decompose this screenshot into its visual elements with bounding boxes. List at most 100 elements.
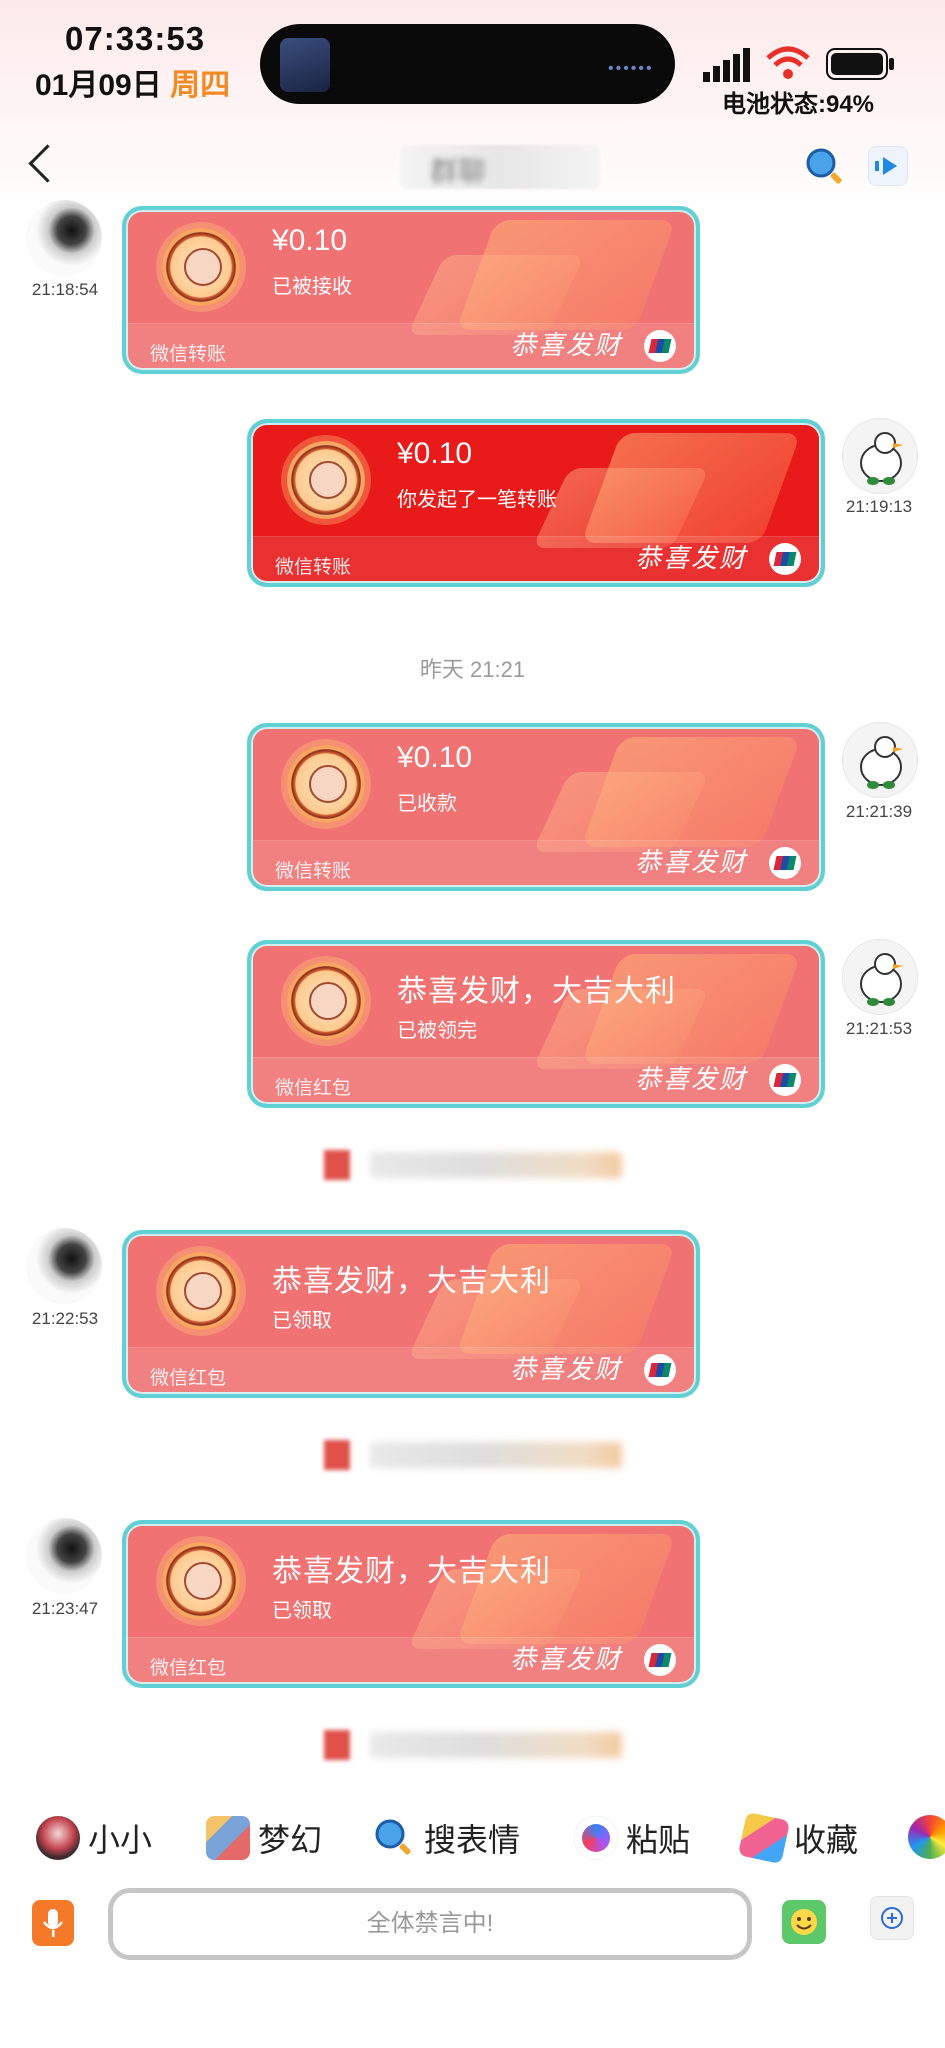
red-packet-card[interactable]: 恭喜发财，大吉大利 已领取 微信红包 恭喜发财 — [122, 1520, 700, 1688]
card-slogan: 恭喜发财 — [509, 1355, 622, 1385]
unionpay-icon — [644, 1644, 676, 1676]
red-packet-title: 恭喜发财，大吉大利 — [397, 975, 676, 1008]
emoji-button[interactable] — [782, 1900, 826, 1944]
avatar[interactable] — [842, 939, 918, 1015]
transfer-status: 已收款 — [397, 793, 457, 815]
transfer-card[interactable]: ¥0.10 你发起了一笔转账 微信转账 恭喜发财 — [247, 419, 825, 587]
transfer-amount: ¥0.10 — [397, 437, 473, 470]
waveform-icon: •••••• — [608, 60, 654, 77]
transfer-amount: ¥0.10 — [272, 224, 348, 257]
face-icon — [309, 982, 347, 1020]
toolbar-item-favorites[interactable]: 收藏 — [737, 1811, 858, 1865]
paste-icon — [574, 1816, 618, 1860]
play-icon — [875, 157, 897, 175]
card-kind: 微信红包 — [150, 1368, 227, 1389]
system-notice-icon — [324, 1150, 350, 1180]
card-kind: 微信转账 — [150, 344, 227, 365]
nav-title: 群聊 — [430, 156, 487, 187]
avatar[interactable] — [842, 418, 918, 494]
message-time: 21:18:54 — [31, 280, 99, 299]
system-notice-icon — [324, 1440, 350, 1470]
status-time: 07:33:53 — [65, 20, 206, 57]
red-packet-card[interactable]: 恭喜发财，大吉大利 已领取 微信红包 恭喜发财 — [122, 1230, 700, 1398]
signal-icon — [703, 48, 750, 82]
video-call-button[interactable] — [868, 146, 908, 186]
transfer-amount: ¥0.10 — [397, 741, 473, 774]
red-packet-status: 已领取 — [272, 1310, 332, 1332]
couple-icon — [162, 1542, 240, 1620]
message-input[interactable]: 全体禁言中! — [108, 1888, 752, 1960]
face-icon — [184, 248, 222, 286]
smiley-icon — [791, 1909, 817, 1935]
couple-icon — [287, 745, 365, 823]
now-playing-thumbnail — [280, 38, 330, 92]
toolbar-item-search-emoji[interactable]: 搜表情 — [372, 1813, 520, 1863]
search-icon[interactable] — [804, 146, 846, 188]
message-time: 21:21:53 — [845, 1019, 913, 1038]
system-notice — [370, 1152, 622, 1178]
card-slogan: 恭喜发财 — [634, 544, 747, 574]
voice-button[interactable] — [32, 1900, 74, 1946]
search-icon — [375, 1819, 411, 1855]
battery-icon — [826, 48, 894, 80]
transfer-status: 已被接收 — [272, 276, 352, 298]
date-text: 01月09日 — [35, 69, 162, 102]
toolbar-label: 小小 — [88, 1822, 153, 1858]
avatar[interactable] — [26, 1518, 102, 1594]
card-kind: 微信红包 — [150, 1658, 227, 1679]
goose-icon — [860, 432, 903, 485]
cube-icon — [737, 1811, 791, 1865]
card-kind: 微信红包 — [275, 1078, 352, 1099]
time-divider: 昨天 21:21 — [419, 657, 526, 682]
toolbar-item-xiaoxiao[interactable]: 小小 — [36, 1813, 152, 1863]
face-icon — [309, 765, 347, 803]
unionpay-icon — [769, 847, 801, 879]
avatar[interactable] — [26, 1228, 102, 1304]
toolbar-item-paste[interactable]: 粘贴 — [574, 1813, 690, 1863]
red-packet-status: 已被领完 — [397, 1020, 477, 1042]
couple-icon — [162, 1252, 240, 1330]
more-button[interactable] — [870, 1896, 914, 1940]
couple-icon — [287, 441, 365, 519]
card-slogan: 恭喜发财 — [509, 1645, 622, 1675]
avatar[interactable] — [842, 722, 918, 798]
battery-label: 电池状态:94% — [722, 91, 875, 118]
toolbar-label: 搜表情 — [424, 1822, 521, 1858]
weekday-text: 周四 — [170, 69, 231, 102]
microphone-icon — [43, 1909, 63, 1937]
card-kind: 微信转账 — [275, 557, 352, 578]
card-slogan: 恭喜发财 — [509, 331, 622, 361]
message-time: 21:19:13 — [845, 497, 913, 516]
transfer-status: 你发起了一笔转账 — [397, 489, 557, 511]
toolbar-label: 粘贴 — [626, 1822, 691, 1858]
red-packet-status: 已领取 — [272, 1600, 332, 1622]
system-notice — [370, 1442, 622, 1468]
face-icon — [309, 461, 347, 499]
transfer-card[interactable]: ¥0.10 已被接收 微信转账 恭喜发财 — [122, 206, 700, 374]
card-kind: 微信转账 — [275, 861, 352, 882]
message-time: 21:22:53 — [31, 1309, 99, 1328]
unionpay-icon — [769, 1064, 801, 1096]
sticker-grid-icon — [206, 1816, 250, 1860]
photos-icon — [908, 1815, 945, 1859]
transfer-card[interactable]: ¥0.10 已收款 微信转账 恭喜发财 — [247, 723, 825, 891]
card-slogan: 恭喜发财 — [634, 1065, 747, 1095]
input-placeholder: 全体禁言中! — [366, 1910, 494, 1937]
face-icon — [184, 1272, 222, 1310]
red-packet-title: 恭喜发财，大吉大利 — [272, 1265, 551, 1298]
toolbar-label: 梦幻 — [258, 1822, 323, 1858]
couple-icon — [162, 228, 240, 306]
avatar[interactable] — [26, 200, 102, 276]
message-time: 21:21:39 — [845, 802, 913, 821]
system-notice — [370, 1732, 622, 1758]
unionpay-icon — [644, 1354, 676, 1386]
avatar-icon — [36, 1816, 80, 1860]
system-notice-icon — [324, 1730, 350, 1760]
photos-button[interactable] — [908, 1815, 945, 1859]
couple-icon — [287, 962, 365, 1040]
wifi-icon — [766, 46, 810, 79]
toolbar-item-menghuan[interactable]: 梦幻 — [206, 1813, 322, 1863]
status-date: 01月09日 周四 — [35, 60, 230, 104]
face-icon — [184, 1562, 222, 1600]
red-packet-card[interactable]: 恭喜发财，大吉大利 已被领完 微信红包 恭喜发财 — [247, 940, 825, 1108]
